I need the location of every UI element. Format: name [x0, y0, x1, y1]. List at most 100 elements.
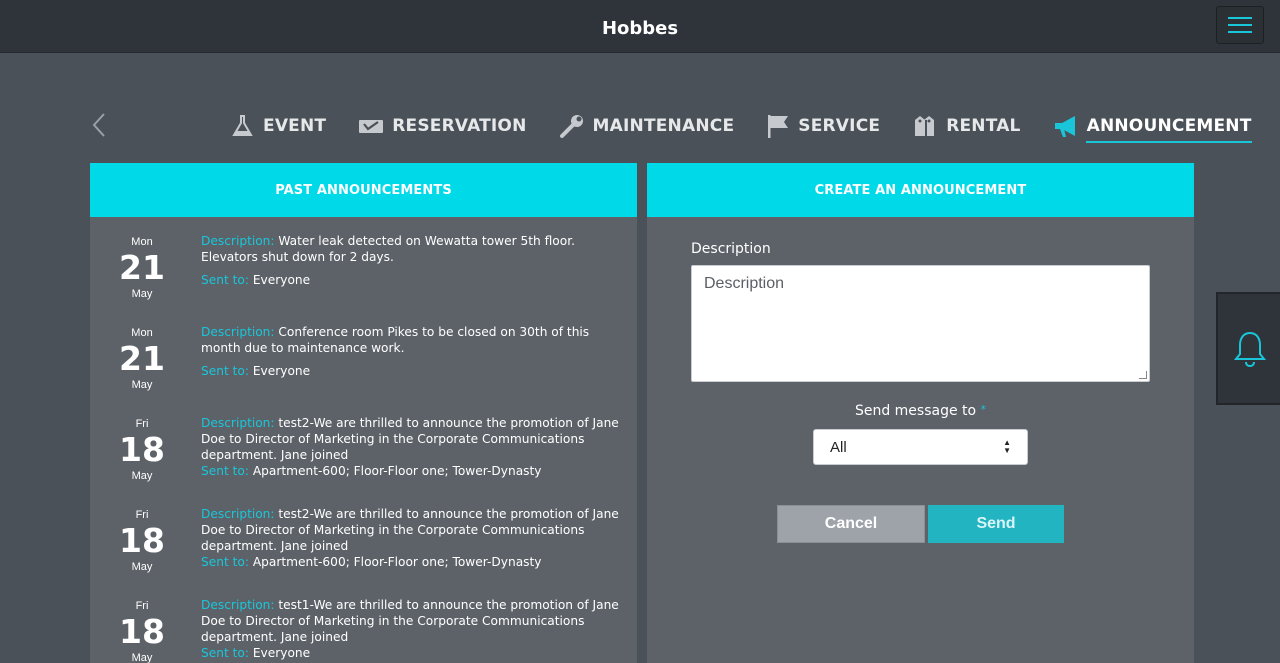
- sent-to-label: Sent to:: [201, 555, 249, 569]
- chevron-left-icon: [92, 113, 105, 137]
- month: May: [131, 652, 153, 663]
- day-number: 21: [119, 339, 165, 378]
- sent-to-value: Everyone: [252, 364, 311, 378]
- announcement-body: Description: test2-We are thrilled to an…: [201, 415, 621, 479]
- sent-to-label: Sent to:: [201, 273, 249, 287]
- sent-to-value: Apartment-600; Floor-Floor one; Tower-Dy…: [252, 555, 542, 569]
- bell-icon: [1233, 331, 1267, 367]
- day-number: 21: [119, 248, 165, 287]
- create-announcement-header: CREATE AN ANNOUNCEMENT: [647, 163, 1194, 217]
- announcement-description: Description: Conference room Pikes to be…: [201, 324, 621, 356]
- day-of-week: Mon: [131, 236, 153, 248]
- wrench-icon: [559, 115, 583, 138]
- month: May: [131, 379, 153, 391]
- tab-maintenance[interactable]: MAINTENANCE: [559, 110, 735, 142]
- day-of-week: Fri: [135, 418, 149, 430]
- month: May: [131, 470, 153, 482]
- day-of-week: Fri: [135, 509, 149, 521]
- tab-label: RENTAL: [946, 116, 1021, 136]
- sent-to-value: Apartment-600; Floor-Floor one; Tower-Dy…: [252, 464, 542, 478]
- tab-reservation[interactable]: RESERVATION: [358, 110, 526, 142]
- tab-rental[interactable]: RENTAL: [912, 110, 1020, 142]
- past-announcements-panel: PAST ANNOUNCEMENTS Mon 21 May Descriptio…: [90, 163, 637, 663]
- resize-grip-icon[interactable]: [1139, 371, 1147, 379]
- description-textarea[interactable]: Description: [691, 265, 1150, 382]
- required-asterisk: *: [980, 403, 987, 416]
- megaphone-icon: [1054, 116, 1075, 137]
- flag-icon: [768, 115, 789, 138]
- sent-to-value: Everyone: [252, 273, 311, 287]
- ticket-icon: [359, 120, 384, 133]
- announcement-description: Description: test1-We are thrilled to an…: [201, 597, 621, 645]
- sent-to-label: Sent to:: [201, 464, 249, 478]
- sent-to-value: Everyone: [252, 646, 311, 660]
- tags-icon: [915, 116, 935, 136]
- month: May: [131, 288, 153, 300]
- tab-label: EVENT: [263, 116, 327, 136]
- day-of-week: Fri: [135, 600, 149, 612]
- announcement-description: Description: test2-We are thrilled to an…: [201, 415, 621, 463]
- back-button[interactable]: [88, 110, 112, 140]
- announcement-recipients: Sent to: Everyone: [201, 272, 621, 288]
- tab-label: MAINTENANCE: [592, 116, 735, 136]
- select-arrows-icon: ▲ ▼: [1003, 438, 1011, 455]
- category-tabs: EVENT RESERVATION MAINTENANCE SERVICE RE…: [230, 110, 1252, 143]
- menu-bar-line: [1228, 31, 1252, 33]
- announcement-body: Description: Conference room Pikes to be…: [201, 324, 621, 379]
- announcement-date: Mon 21 May: [112, 326, 172, 392]
- announcement-item[interactable]: Fri 18 May Description: test2-We are thr…: [90, 415, 637, 506]
- announcement-recipients: Sent to: Everyone: [201, 363, 621, 379]
- tab-service[interactable]: SERVICE: [766, 110, 880, 142]
- month: May: [131, 561, 153, 573]
- announcement-body: Description: test2-We are thrilled to an…: [201, 506, 621, 570]
- announcement-date: Fri 18 May: [112, 508, 172, 574]
- send-to-selected-value: All: [830, 438, 847, 456]
- tab-announcement[interactable]: ANNOUNCEMENT: [1053, 110, 1252, 143]
- announcement-list: Mon 21 May Description: Water leak detec…: [90, 233, 637, 663]
- sent-to-label: Sent to:: [201, 646, 249, 660]
- day-of-week: Mon: [131, 327, 153, 339]
- app-title: Hobbes: [601, 18, 679, 39]
- day-number: 18: [119, 521, 165, 560]
- day-number: 18: [119, 612, 165, 651]
- day-number: 18: [119, 430, 165, 469]
- announcement-body: Description: test1-We are thrilled to an…: [201, 597, 621, 661]
- description-label: Description:: [201, 416, 275, 430]
- description-label: Description:: [201, 507, 275, 521]
- send-to-select[interactable]: All ▲ ▼: [813, 429, 1028, 465]
- announcement-date: Fri 18 May: [112, 599, 172, 663]
- description-label: Description:: [201, 234, 275, 248]
- menu-bar-line: [1228, 24, 1252, 26]
- announcement-item[interactable]: Mon 21 May Description: Conference room …: [90, 324, 637, 415]
- tab-label: SERVICE: [798, 116, 881, 136]
- announcement-item[interactable]: Mon 21 May Description: Water leak detec…: [90, 233, 637, 324]
- announcement-recipients: Sent to: Apartment-600; Floor-Floor one;…: [201, 463, 621, 479]
- announcement-item[interactable]: Fri 18 May Description: test2-We are thr…: [90, 506, 637, 597]
- tab-label: ANNOUNCEMENT: [1086, 116, 1252, 136]
- announcement-date: Fri 18 May: [112, 417, 172, 483]
- announcement-body: Description: Water leak detected on Wewa…: [201, 233, 621, 288]
- announcement-description: Description: test2-We are thrilled to an…: [201, 506, 621, 554]
- create-announcement-panel: CREATE AN ANNOUNCEMENT Description Descr…: [647, 163, 1194, 663]
- sent-to-label: Sent to:: [201, 364, 249, 378]
- announcement-description: Description: Water leak detected on Wewa…: [201, 233, 621, 265]
- description-field-label: Description: [691, 241, 771, 257]
- notifications-button[interactable]: [1216, 292, 1280, 405]
- announcement-recipients: Sent to: Everyone: [201, 645, 621, 661]
- menu-bar-line: [1228, 17, 1252, 19]
- announcement-date: Mon 21 May: [112, 235, 172, 301]
- announcement-recipients: Sent to: Apartment-600; Floor-Floor one;…: [201, 554, 621, 570]
- description-placeholder: Description: [704, 275, 785, 292]
- description-label: Description:: [201, 325, 275, 339]
- send-to-label-text: Send message to: [854, 403, 977, 419]
- send-to-label: Send message to *: [647, 403, 1194, 419]
- past-announcements-header: PAST ANNOUNCEMENTS: [90, 163, 637, 217]
- hamburger-menu-button[interactable]: [1216, 6, 1264, 44]
- top-bar: Hobbes: [0, 0, 1280, 53]
- tab-event[interactable]: EVENT: [230, 110, 326, 142]
- flask-icon: [232, 115, 253, 136]
- send-button[interactable]: Send: [928, 505, 1064, 543]
- cancel-button[interactable]: Cancel: [777, 505, 925, 543]
- description-label: Description:: [201, 598, 275, 612]
- announcement-item[interactable]: Fri 18 May Description: test1-We are thr…: [90, 597, 637, 663]
